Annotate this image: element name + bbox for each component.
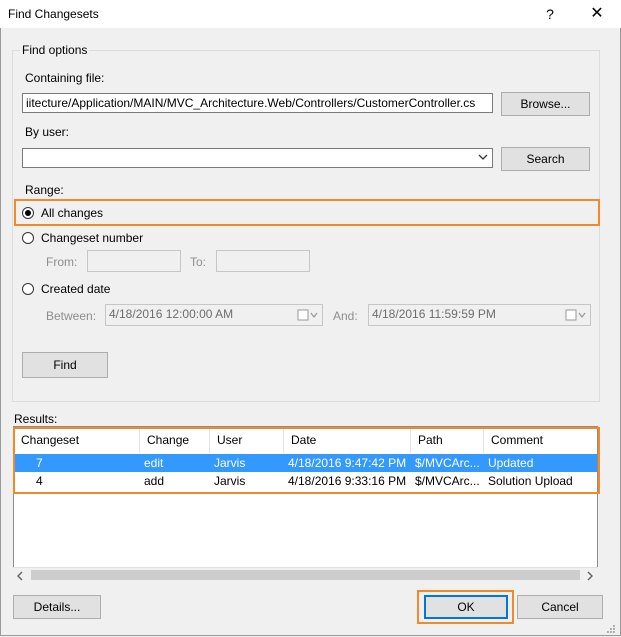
all-changes-label: All changes — [41, 206, 104, 220]
close-button[interactable]: ✕ — [587, 4, 607, 24]
ok-button[interactable]: OK — [424, 595, 508, 619]
between-label: Between: — [46, 309, 97, 323]
between-date-value: 4/18/2016 12:00:00 AM — [109, 307, 234, 321]
results-highlight — [13, 427, 600, 494]
by-user-label: By user: — [25, 125, 70, 139]
calendar-dropdown-icon[interactable] — [565, 309, 587, 324]
changeset-number-radio[interactable] — [22, 232, 34, 244]
by-user-combobox[interactable] — [22, 148, 493, 168]
to-label: To: — [190, 255, 207, 269]
created-date-radio[interactable] — [22, 283, 34, 295]
and-date-value: 4/18/2016 11:59:59 PM — [372, 307, 496, 321]
scroll-right-icon[interactable] — [586, 570, 594, 584]
window-title: Find Changesets — [8, 7, 99, 21]
scroll-left-icon[interactable] — [16, 570, 24, 584]
range-label: Range: — [25, 183, 64, 197]
find-button[interactable]: Find — [22, 352, 108, 378]
help-button[interactable]: ? — [540, 4, 560, 24]
from-label: From: — [46, 255, 78, 269]
containing-file-label: Containing file: — [25, 71, 105, 85]
radio-selected-dot — [25, 210, 31, 216]
search-button[interactable]: Search — [501, 147, 590, 171]
containing-file-input[interactable]: iitecture/Application/MAIN/MVC_Architect… — [22, 93, 493, 113]
browse-button[interactable]: Browse... — [501, 92, 590, 116]
scrollbar-thumb[interactable] — [31, 570, 580, 580]
resize-grip-icon[interactable] — [606, 623, 616, 637]
horizontal-scrollbar[interactable] — [13, 567, 598, 582]
to-input[interactable] — [216, 250, 310, 272]
cancel-button[interactable]: Cancel — [517, 595, 603, 619]
details-button[interactable]: Details... — [13, 595, 101, 619]
and-label: And: — [333, 309, 358, 323]
chevron-down-icon[interactable] — [478, 152, 488, 167]
created-date-label: Created date — [41, 282, 111, 296]
all-changes-radio[interactable] — [22, 207, 34, 219]
and-date-picker[interactable]: 4/18/2016 11:59:59 PM — [368, 304, 591, 326]
between-date-picker[interactable]: 4/18/2016 12:00:00 AM — [105, 304, 323, 326]
from-input[interactable] — [87, 250, 181, 272]
calendar-dropdown-icon[interactable] — [297, 309, 319, 324]
changeset-number-label: Changeset number — [41, 231, 144, 245]
find-options-legend: Find options — [20, 43, 90, 57]
results-label: Results: — [14, 412, 58, 426]
